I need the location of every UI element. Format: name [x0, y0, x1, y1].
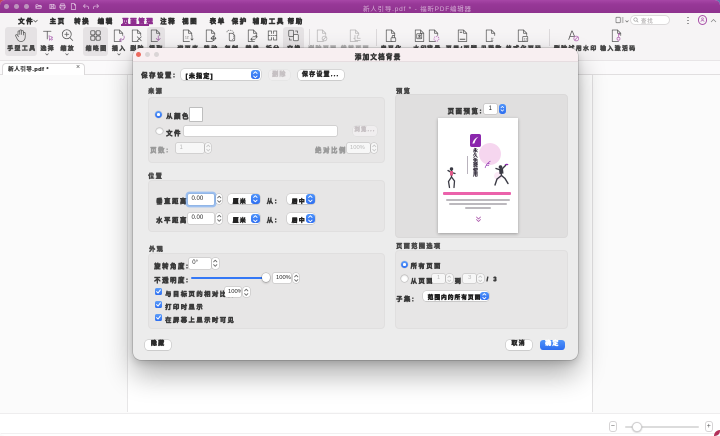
svg-text:12: 12 [524, 38, 528, 42]
svg-text:12: 12 [185, 36, 189, 40]
